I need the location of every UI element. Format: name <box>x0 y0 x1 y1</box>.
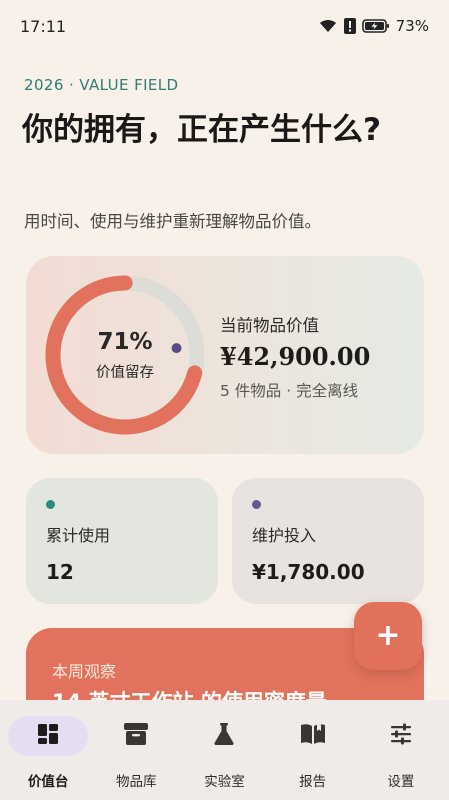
battery-charging-icon <box>361 18 390 34</box>
book-open-icon <box>299 722 327 750</box>
page-subtitle: 用时间、使用与维护重新理解物品价值。 <box>24 212 321 231</box>
observation-eyebrow: 本周观察 <box>52 662 117 681</box>
nav-label-report: 报告 <box>299 774 327 790</box>
usage-card[interactable]: 累计使用 12 <box>26 478 218 604</box>
status-time: 17:11 <box>20 16 67 36</box>
archive-box-icon <box>123 722 149 750</box>
value-amount: ¥42,900.00 <box>220 342 371 371</box>
header-eyebrow: 2026 · VALUE FIELD <box>24 76 179 94</box>
status-icons: 73% <box>318 17 429 35</box>
sliders-icon <box>389 722 413 750</box>
nav-active-indicator <box>8 716 89 756</box>
value-meta: 5 件物品 · 完全离线 <box>220 382 359 400</box>
usage-value: 12 <box>46 560 74 584</box>
maintenance-dot <box>252 500 261 509</box>
flask-icon <box>212 722 236 750</box>
nav-item-lab[interactable]: 实验室 <box>182 700 266 800</box>
nav-item-dashboard[interactable]: 价值台 <box>6 700 90 800</box>
nav-item-inventory[interactable]: 物品库 <box>94 700 178 800</box>
retention-percent: 71% <box>97 328 153 355</box>
maintenance-card[interactable]: 维护投入 ¥1,780.00 <box>232 478 424 604</box>
nav-label-dashboard: 价值台 <box>27 774 69 790</box>
dashboard-grid-icon <box>36 722 60 750</box>
value-card[interactable]: 71% 价值留存 当前物品价值 ¥42,900.00 5 件物品 · 完全离线 <box>26 256 424 454</box>
nav-item-report[interactable]: 报告 <box>271 700 355 800</box>
usage-dot <box>46 500 55 509</box>
bottom-navigation: 价值台 物品库 实验室 报告 设置 <box>0 700 449 800</box>
nav-label-settings: 设置 <box>387 774 415 790</box>
plus-icon: + <box>375 618 401 653</box>
nav-label-inventory: 物品库 <box>116 774 157 790</box>
nav-item-settings[interactable]: 设置 <box>359 700 443 800</box>
page-title: 你的拥有，正在产生什么? <box>22 112 381 148</box>
maintenance-value: ¥1,780.00 <box>252 560 365 584</box>
alert-icon <box>343 18 356 34</box>
retention-label: 价值留存 <box>96 364 154 381</box>
usage-label: 累计使用 <box>46 526 111 545</box>
nav-label-lab: 实验室 <box>204 774 245 790</box>
maintenance-label: 维护投入 <box>252 526 317 545</box>
add-item-button[interactable]: + <box>354 602 422 670</box>
battery-percent: 73% <box>395 17 429 35</box>
status-bar: 17:11 73% <box>0 0 449 52</box>
donut-center: 71% 价值留存 <box>40 270 210 440</box>
wifi-icon <box>318 18 338 34</box>
value-label: 当前物品价值 <box>220 316 319 335</box>
value-summary: 当前物品价值 ¥42,900.00 5 件物品 · 完全离线 <box>220 312 370 401</box>
